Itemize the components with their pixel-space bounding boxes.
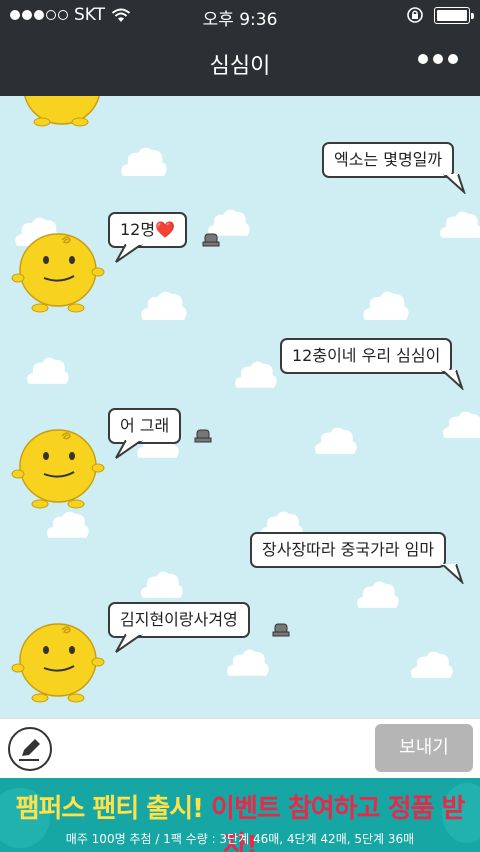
chat-area[interactable]: 엑소는 몇명일까 12명❤️ 12충이네 우리 심심이 어 그래 장사장따라 중… [0, 96, 480, 718]
cloud-decoration [224, 646, 270, 678]
bubble-tail [441, 564, 464, 584]
report-icon[interactable] [272, 622, 290, 637]
user-message: 장사장따라 중국가라 임마 [250, 532, 447, 568]
cloud-decoration [138, 568, 184, 600]
status-right [406, 6, 474, 24]
simsimi-avatar [11, 623, 105, 703]
simsimi-avatar [24, 96, 100, 127]
status-bar: SKT 오후 9:36 [0, 0, 480, 30]
cloud-decoration [440, 408, 480, 440]
report-icon[interactable] [194, 428, 212, 443]
more-options-icon[interactable] [418, 54, 458, 64]
user-message: 12충이네 우리 심심이 [280, 338, 453, 374]
cloud-decoration [24, 354, 70, 386]
cloud-decoration [44, 508, 90, 540]
ad-banner[interactable]: 팸퍼스 팬티 출시! 이벤트 참여하고 정품 받자! 매주 100명 추첨 / … [0, 778, 480, 852]
bot-message: 김지현이랑사겨영 [108, 602, 250, 638]
message-input-bar: 보내기 [0, 718, 480, 778]
send-button[interactable]: 보내기 [375, 724, 473, 772]
bot-message: 12명❤️ [108, 212, 188, 248]
report-icon[interactable] [202, 232, 220, 247]
chat-title: 심심이 [209, 54, 271, 79]
simsimi-avatar [11, 233, 105, 313]
message-input[interactable] [62, 729, 362, 769]
battery-icon [434, 6, 474, 24]
bubble-tail [115, 440, 143, 459]
cloud-decoration [138, 288, 188, 322]
cloud-decoration [408, 648, 454, 680]
bot-message-text: 12명 [120, 220, 156, 239]
bubble-tail [441, 370, 464, 390]
cloud-decoration [312, 424, 358, 456]
bubble-tail [115, 244, 143, 263]
chat-header: 심심이 [0, 30, 480, 96]
user-message: 엑소는 몇명일까 [322, 142, 455, 178]
ad-subtext: 매주 100명 추첨 / 1팩 수량 : 3단계 46매, 4단계 42매, 5… [65, 832, 415, 846]
cloud-decoration [232, 358, 278, 390]
bubble-tail [115, 634, 143, 653]
simsimi-avatar [11, 429, 105, 509]
cloud-decoration [360, 288, 410, 322]
bubble-tail [443, 174, 466, 194]
bot-message: 어 그래 [108, 408, 182, 444]
ad-headline-part1: 팸퍼스 팬티 출시! [15, 794, 212, 824]
cloud-decoration [354, 578, 400, 610]
cloud-decoration [437, 208, 480, 240]
rotation-lock-icon [407, 7, 423, 23]
heart-emoji: ❤️ [155, 220, 176, 239]
pencil-icon[interactable] [8, 727, 52, 771]
cloud-decoration [118, 144, 168, 178]
